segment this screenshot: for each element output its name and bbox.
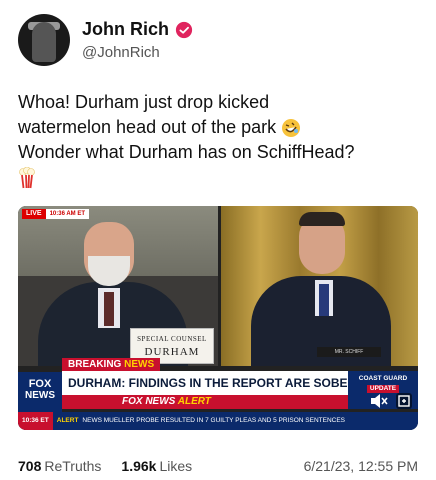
breaking-news-tag: BREAKING NEWS xyxy=(62,358,161,371)
retruths-stat[interactable]: 708 ReTruths xyxy=(18,458,101,474)
post-line-4 xyxy=(18,165,428,190)
post-line-1: Whoa! Durham just drop kicked xyxy=(18,92,270,112)
post-text: Whoa! Durham just drop kicked watermelon… xyxy=(18,90,428,190)
news-ticker: 10:36 ET ALERT NEWS MUELLER PROBE RESULTED… xyxy=(18,412,418,430)
author-identity: John Rich @JohnRich xyxy=(82,19,193,61)
post-line-2: watermelon head out of the park xyxy=(18,115,428,140)
live-bug: LIVE 10:36 AM ET xyxy=(22,209,90,219)
author-name[interactable]: John Rich xyxy=(82,19,169,40)
post-header: John Rich @JohnRich xyxy=(18,14,193,66)
expand-icon[interactable] xyxy=(396,393,412,409)
rofl-emoji-icon xyxy=(282,119,301,138)
likes-stat[interactable]: 1.96k Likes xyxy=(121,458,192,474)
mute-speaker-icon[interactable] xyxy=(370,393,388,409)
popcorn-emoji-icon xyxy=(19,167,35,189)
news-lower-third: BREAKING NEWS DURHAM: FINDINGS IN THE RE… xyxy=(18,358,418,430)
video-pane-durham: SPECIAL COUNSEL DURHAM LIVE 10:36 AM ET xyxy=(18,206,218,366)
fox-news-alert: FOX NEWS ALERT xyxy=(62,395,348,409)
avatar[interactable] xyxy=(18,14,70,66)
video-media[interactable]: SPECIAL COUNSEL DURHAM LIVE 10:36 AM ET … xyxy=(18,206,418,430)
post-line-3: Wonder what Durham has on SchiffHead? xyxy=(18,142,355,162)
video-pane-schiff: MR. SCHIFF xyxy=(221,206,418,366)
post-stats: 708 ReTruths 1.96k Likes 6/21/23, 12:55 PM xyxy=(18,458,418,474)
verified-badge-icon xyxy=(175,21,193,38)
post-date: 6/21/23, 12:55 PM xyxy=(303,458,418,474)
author-handle[interactable]: @JohnRich xyxy=(82,44,193,61)
nameplate-schiff: MR. SCHIFF xyxy=(317,347,381,357)
fox-news-logo: FOX NEWS xyxy=(18,372,62,412)
news-headline: DURHAM: FINDINGS IN THE REPORT ARE SOBER… xyxy=(62,371,348,395)
